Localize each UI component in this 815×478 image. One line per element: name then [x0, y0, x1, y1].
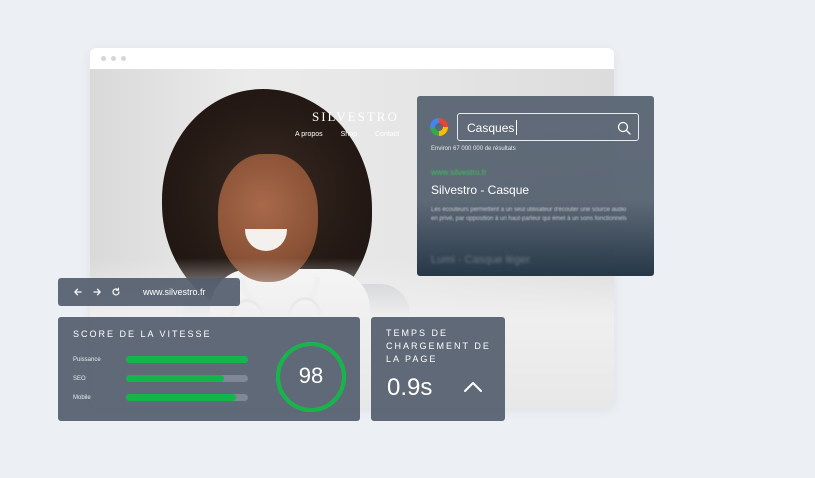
metric-bar	[126, 394, 248, 401]
window-dot	[121, 56, 126, 61]
load-time-title: TEMPS DE CHARGEMENT DE LA PAGE	[386, 328, 491, 364]
second-result-title[interactable]: Lumi - Casque léger	[431, 254, 530, 266]
site-nav-item[interactable]: Contact	[375, 131, 399, 138]
search-query: Casques	[467, 121, 515, 135]
search-input[interactable]: Casques	[457, 113, 639, 141]
metric-row: SEO	[73, 375, 248, 382]
metric-label: Mobile	[73, 394, 91, 401]
window-dot	[111, 56, 116, 61]
speed-score-card: SCORE DE LA VITESSE Puissance SEO Mobile…	[58, 317, 360, 421]
window-titlebar	[90, 48, 614, 69]
metric-bar-fill	[126, 375, 224, 382]
site-nav-item[interactable]: A propos	[295, 131, 323, 138]
site-nav-item[interactable]: Shop	[341, 131, 357, 138]
score-value: 98	[298, 363, 324, 388]
result-url[interactable]: www.silvestro.fr	[431, 168, 487, 177]
back-arrow-icon[interactable]	[72, 286, 84, 298]
url-text[interactable]: www.silvestro.fr	[143, 287, 206, 297]
google-logo-icon	[430, 118, 448, 136]
metric-row: Mobile	[73, 394, 248, 401]
text-caret	[516, 120, 517, 135]
metric-bar-fill	[126, 356, 248, 363]
search-result-card: Casques Environ 67 000 000 de résultats …	[417, 96, 654, 276]
result-count: Environ 67 000 000 de résultats	[431, 146, 516, 152]
metric-bar	[126, 356, 248, 363]
window-dot	[101, 56, 106, 61]
forward-arrow-icon[interactable]	[91, 286, 103, 298]
address-bar: www.silvestro.fr	[58, 278, 240, 306]
result-title[interactable]: Silvestro - Casque	[431, 183, 529, 197]
metric-bar	[126, 375, 248, 382]
speed-score-title: SCORE DE LA VITESSE	[73, 329, 212, 339]
site-nav: A propos Shop Contact	[295, 131, 399, 138]
load-time-value: 0.9s	[387, 374, 433, 401]
result-description: Les écouteurs permettent à un seul utili…	[431, 207, 627, 222]
metric-row: Puissance	[73, 356, 248, 363]
reload-icon[interactable]	[110, 286, 122, 298]
chevron-up-icon	[464, 382, 482, 392]
metric-bar-fill	[126, 394, 236, 401]
metric-label: Puissance	[73, 356, 101, 363]
search-icon[interactable]	[616, 120, 632, 136]
load-time-card: TEMPS DE CHARGEMENT DE LA PAGE 0.9s	[371, 317, 505, 421]
metric-label: SEO	[73, 375, 86, 382]
site-logo[interactable]: SILVESTRO	[312, 109, 399, 125]
